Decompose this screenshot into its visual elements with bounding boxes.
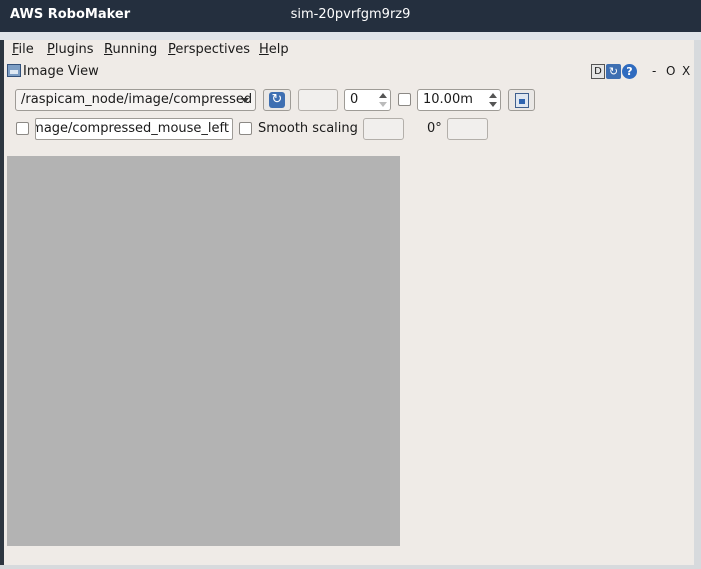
zoom-1-button[interactable] bbox=[298, 89, 338, 111]
max-range-spinbox[interactable]: 10.00m bbox=[417, 89, 501, 111]
reload-plugin-icon[interactable]: ↻ bbox=[606, 64, 621, 79]
menu-help[interactable]: Help bbox=[259, 42, 289, 57]
value-spinbox-text: 0 bbox=[350, 92, 359, 107]
menu-plugins-label: lugins bbox=[54, 42, 94, 57]
menu-running[interactable]: Running bbox=[104, 42, 157, 57]
plugin-title: Image View bbox=[7, 64, 99, 80]
menu-bar: File Plugins Running Perspectives Help bbox=[4, 40, 694, 60]
range-up-icon[interactable] bbox=[489, 93, 497, 98]
smooth-scaling-checkbox[interactable] bbox=[239, 122, 252, 135]
menu-running-label: unning bbox=[112, 42, 158, 57]
dock-button[interactable]: D bbox=[591, 64, 605, 79]
topic-combobox-value: /raspicam_node/image/compressed bbox=[21, 92, 253, 107]
float-button[interactable]: O bbox=[666, 64, 675, 78]
spin-down-icon[interactable] bbox=[379, 102, 387, 107]
save-image-button[interactable] bbox=[508, 89, 535, 111]
image-icon bbox=[7, 64, 21, 77]
app-titlebar: AWS RoboMaker sim-20pvrfgm9rz9 bbox=[0, 0, 701, 32]
menu-perspectives-label: erspectives bbox=[175, 42, 251, 57]
menu-help-label: elp bbox=[268, 42, 289, 57]
help-icon[interactable]: ? bbox=[622, 64, 637, 79]
minimize-button[interactable]: - bbox=[652, 64, 656, 78]
rqt-window: File Plugins Running Perspectives Help I… bbox=[4, 40, 694, 565]
mouse-topic-input[interactable]: e/image/compressed_mouse_left bbox=[35, 118, 233, 140]
refresh-icon: ↻ bbox=[269, 92, 285, 108]
topic-combobox[interactable]: /raspicam_node/image/compressed bbox=[15, 89, 256, 111]
spin-up-icon[interactable] bbox=[379, 93, 387, 98]
rotate-right-button[interactable] bbox=[447, 118, 488, 140]
rotate-left-button[interactable] bbox=[363, 118, 404, 140]
max-range-text: 10.00m bbox=[423, 92, 473, 107]
menu-plugins-mnemonic: P bbox=[47, 42, 55, 57]
publish-click-checkbox[interactable] bbox=[16, 122, 29, 135]
menu-help-mnemonic: H bbox=[259, 42, 269, 57]
mouse-topic-text: e/image/compressed_mouse_left bbox=[35, 121, 229, 136]
refresh-topics-button[interactable]: ↻ bbox=[263, 89, 291, 111]
dynamic-range-checkbox[interactable] bbox=[398, 93, 411, 106]
menu-perspectives[interactable]: Perspectives bbox=[168, 42, 250, 57]
plugin-title-label: Image View bbox=[23, 64, 99, 79]
save-icon bbox=[515, 93, 529, 108]
titlebar-gap bbox=[0, 32, 701, 40]
rotation-label: 0° bbox=[427, 121, 442, 136]
close-button[interactable]: X bbox=[682, 64, 690, 78]
menu-plugins[interactable]: Plugins bbox=[47, 42, 94, 57]
range-down-icon[interactable] bbox=[489, 102, 497, 107]
menu-file-label: ile bbox=[18, 42, 34, 57]
smooth-scaling-label: Smooth scaling bbox=[258, 121, 358, 136]
bottom-border bbox=[0, 565, 701, 569]
simulation-name: sim-20pvrfgm9rz9 bbox=[290, 7, 411, 22]
right-border bbox=[694, 40, 701, 569]
image-canvas[interactable] bbox=[7, 156, 400, 546]
chevron-down-icon[interactable] bbox=[241, 98, 249, 103]
menu-file[interactable]: File bbox=[12, 42, 34, 57]
value-spinbox[interactable]: 0 bbox=[344, 89, 391, 111]
